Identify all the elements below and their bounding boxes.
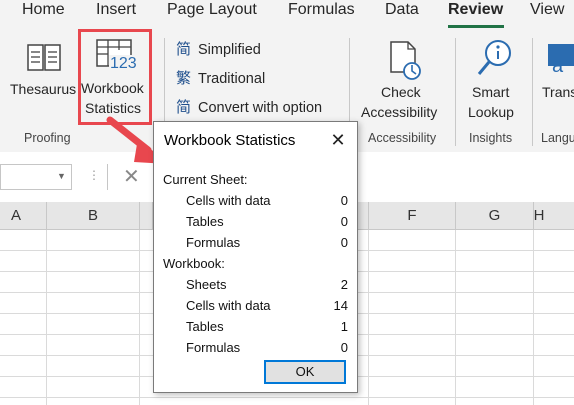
column-header-g[interactable]: G (456, 202, 534, 230)
tab-formulas[interactable]: Formulas (288, 1, 355, 19)
drag-handle-icon[interactable]: ⋮ (88, 168, 100, 182)
proofing-group-label: Proofing (24, 131, 71, 145)
book-icon (27, 44, 61, 71)
grid-line (0, 397, 574, 398)
ok-button[interactable]: OK (264, 360, 346, 384)
tab-page-layout[interactable]: Page Layout (167, 1, 257, 19)
column-header-h[interactable]: H (534, 202, 574, 230)
simplified-chinese-icon: 简 (176, 41, 192, 58)
stat-value: 2 (340, 277, 348, 292)
stat-value: 0 (340, 340, 348, 355)
group-separator (532, 38, 533, 146)
stat-value: 0 (340, 235, 348, 250)
convert-chinese-icon: 简 (176, 99, 192, 116)
workbook-heading: Workbook: (163, 256, 225, 271)
stat-label: Tables (186, 214, 224, 229)
stat-label: Cells with data (186, 298, 271, 313)
language-group-label: Langu (541, 131, 574, 145)
traditional-chinese-icon: 繁 (176, 70, 192, 87)
close-icon[interactable]: ✕ (326, 128, 350, 152)
traditional-button[interactable]: 繁 Traditional (176, 67, 265, 88)
ribbon-tab-bar: Home Insert Page Layout Formulas Data Re… (0, 0, 574, 28)
current-sheet-heading: Current Sheet: (163, 172, 248, 187)
smart-lookup-icon (477, 40, 511, 75)
check-accessibility-icon (390, 41, 421, 80)
smart-lookup-button[interactable]: Smart Lookup (462, 36, 526, 126)
chevron-down-icon[interactable]: ▼ (57, 171, 66, 181)
convert-label: Convert with option (198, 100, 323, 116)
traditional-label: Traditional (198, 71, 266, 87)
translate-icon: a (548, 44, 574, 76)
grid-line (368, 230, 369, 405)
check-accessibility-button[interactable]: Check Accessibility (358, 36, 446, 126)
translate-label: Trans (542, 84, 574, 100)
stat-value: 0 (340, 214, 348, 229)
stat-label: Tables (186, 319, 224, 334)
tab-data[interactable]: Data (385, 1, 419, 19)
tab-view[interactable]: View (530, 1, 564, 19)
tab-insert[interactable]: Insert (96, 1, 136, 19)
stat-label: Cells with data (186, 193, 271, 208)
name-box[interactable]: ▼ (0, 164, 72, 190)
simplified-button[interactable]: 简 Simplified (176, 38, 261, 59)
column-header-e[interactable]: E (358, 202, 369, 230)
grid-line (139, 230, 140, 405)
simplified-label: Simplified (198, 42, 261, 58)
insights-group-label: Insights (469, 131, 513, 145)
grid-line (46, 230, 47, 405)
dialog-title: Workbook Statistics (164, 132, 296, 149)
workbook-statistics-dialog: Workbook Statistics ✕ Current Sheet: Cel… (153, 121, 358, 393)
translate-button[interactable]: a Trans (540, 36, 574, 126)
highlight-box (78, 29, 152, 125)
column-header-f[interactable]: F (369, 202, 456, 230)
thesaurus-button[interactable]: Thesaurus (10, 36, 77, 126)
stat-label: Sheets (186, 277, 227, 292)
smart-lookup-label-line1: Smart (472, 84, 510, 100)
stat-value: 14 (333, 298, 348, 313)
group-separator (455, 38, 456, 146)
accessibility-group-label: Accessibility (368, 131, 437, 145)
column-header-b[interactable]: B (47, 202, 140, 230)
smart-lookup-label-line2: Lookup (468, 104, 514, 120)
column-header-c[interactable]: C (140, 202, 153, 230)
tab-home[interactable]: Home (22, 1, 65, 19)
stat-label: Formulas (186, 340, 241, 355)
svg-text:a: a (552, 55, 564, 76)
stat-label: Formulas (186, 235, 241, 250)
stat-value: 1 (340, 319, 348, 334)
check-accessibility-label-line2: Accessibility (361, 104, 438, 120)
column-header-a[interactable]: A (0, 202, 47, 230)
stat-value: 0 (340, 193, 348, 208)
grid-line (533, 230, 534, 405)
tab-review[interactable]: Review (448, 1, 503, 19)
convert-with-option-button[interactable]: 简 Convert with option (176, 96, 322, 117)
thesaurus-label: Thesaurus (10, 81, 77, 97)
grid-line (455, 230, 456, 405)
check-accessibility-label-line1: Check (381, 84, 421, 100)
